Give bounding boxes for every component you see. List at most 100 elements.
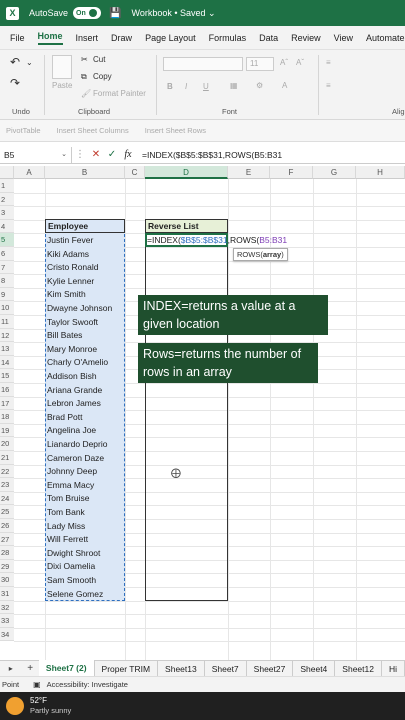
employee-cell[interactable]: Tom Bank [47, 506, 85, 520]
menu-view[interactable]: View [334, 33, 353, 43]
employee-header-cell[interactable]: Employee [45, 219, 125, 233]
accessibility-status[interactable]: Accessibility: Investigate [47, 680, 128, 689]
employee-cell[interactable]: Addison Bish [47, 370, 97, 384]
fill-color-icon[interactable]: ⚙ [256, 81, 263, 90]
row-header[interactable]: 24 [0, 491, 14, 506]
row-header[interactable]: 9 [0, 287, 14, 302]
row-header[interactable]: 13 [0, 342, 14, 356]
align-top-icon[interactable]: ≡ [326, 58, 331, 67]
employee-cell[interactable]: Mary Monroe [47, 343, 97, 357]
row-header[interactable]: 8 [0, 274, 14, 288]
employee-cell[interactable]: Tom Bruise [47, 492, 90, 506]
decrease-font-icon[interactable]: Aˇ [296, 58, 304, 67]
row-header[interactable]: 7 [0, 260, 14, 275]
align-left-icon[interactable]: ≡ [326, 81, 331, 90]
employee-cell[interactable]: Brad Pott [47, 411, 82, 425]
reverse-list-range[interactable] [145, 233, 228, 601]
row-header[interactable]: 16 [0, 383, 14, 397]
weather-sun-icon[interactable] [6, 697, 24, 715]
row-header[interactable]: 1 [0, 179, 14, 193]
employee-cell[interactable]: Johnny Deep [47, 465, 97, 479]
employee-cell[interactable]: Angelina Joe [47, 424, 96, 438]
paste-clipboard-icon[interactable] [52, 55, 72, 79]
employee-cell[interactable]: Kim Smith [47, 288, 86, 302]
cancel-icon[interactable]: ✕ [88, 149, 104, 160]
italic-button[interactable]: I [185, 82, 187, 91]
employee-cell[interactable]: Charly O'Amelio [47, 356, 108, 370]
menu-review[interactable]: Review [291, 33, 321, 43]
employee-cell[interactable]: Lebron James [47, 397, 101, 411]
employee-cell[interactable]: Will Ferrett [47, 533, 88, 547]
row-header[interactable]: 3 [0, 206, 14, 220]
row-header[interactable]: 25 [0, 505, 14, 519]
enter-icon[interactable]: ✓ [104, 149, 120, 160]
redo-icon[interactable]: ↷ [10, 76, 20, 90]
workbook-name[interactable]: Workbook • Saved ⌄ [131, 8, 215, 19]
reverse-list-header-cell[interactable]: Reverse List [145, 219, 228, 233]
column-header-c[interactable]: C [125, 166, 145, 179]
increase-font-icon[interactable]: Aˆ [280, 58, 288, 67]
row-header[interactable]: 4 [0, 219, 14, 234]
row-header[interactable]: 21 [0, 451, 14, 465]
underline-button[interactable]: U [203, 82, 209, 91]
row-header[interactable]: 31 [0, 587, 14, 601]
menu-page-layout[interactable]: Page Layout [145, 33, 196, 43]
tab-sheet13[interactable]: Sheet13 [158, 660, 205, 677]
cell-formula-text[interactable]: =INDEX($B$5:$B$31,ROWS(B5:B31 [147, 234, 287, 246]
employee-cell[interactable]: Lianardo Deprio [47, 438, 107, 452]
undo-dropdown-icon[interactable]: ⌄ [26, 58, 33, 67]
insert-sheet-rows-button[interactable]: Insert Sheet Rows [145, 126, 206, 135]
font-name-select[interactable] [163, 57, 243, 71]
weather-widget[interactable]: 52°F Partly sunny [30, 696, 71, 716]
name-box[interactable]: B5 ⌄ [0, 146, 72, 163]
save-icon[interactable]: 💾 [109, 8, 121, 19]
row-header[interactable]: 15 [0, 369, 14, 383]
row-header[interactable]: 12 [0, 328, 14, 343]
autosave-toggle[interactable]: On [73, 7, 102, 19]
row-header[interactable]: 28 [0, 546, 14, 560]
tab-proper-trim[interactable]: Proper TRIM [95, 660, 159, 677]
employee-cell[interactable]: Cameron Daze [47, 452, 104, 466]
row-header[interactable]: 18 [0, 410, 14, 424]
row-header[interactable]: 10 [0, 301, 14, 315]
employee-cell[interactable]: Taylor Swooft [47, 316, 98, 330]
employee-cell[interactable]: Ariana Grande [47, 384, 102, 398]
menu-formulas[interactable]: Formulas [209, 33, 247, 43]
row-header[interactable]: 23 [0, 478, 14, 492]
employee-cell[interactable]: Sam Smooth [47, 574, 96, 588]
row-header[interactable]: 20 [0, 437, 14, 451]
paste-button[interactable]: Paste [52, 81, 72, 90]
bold-button[interactable]: B [167, 82, 173, 91]
tab-sheet4[interactable]: Sheet4 [293, 660, 336, 677]
copy-icon[interactable]: ⧉ [81, 72, 87, 82]
function-tooltip[interactable]: ROWS(array) [233, 248, 288, 261]
row-header[interactable]: 34 [0, 627, 14, 642]
tab-sheet12[interactable]: Sheet12 [335, 660, 382, 677]
employee-cell[interactable]: Dixi Oamelia [47, 560, 95, 574]
add-sheet-icon[interactable]: + [21, 663, 39, 674]
pivot-table-button[interactable]: PivotTable [6, 126, 41, 135]
column-header-g[interactable]: G [313, 166, 356, 179]
employee-cell[interactable]: Selene Gomez [47, 588, 103, 602]
employee-cell[interactable]: Dwayne Johnson [47, 302, 112, 316]
undo-icon[interactable]: ↶ [10, 55, 20, 69]
spreadsheet-grid[interactable]: A B C D E F G H 1 2 3 4 5 6 7 8 9 10 11 12 13 14 15 16 1… [0, 166, 405, 660]
column-header-d[interactable]: D [145, 166, 228, 179]
column-header-f[interactable]: F [270, 166, 313, 179]
column-header-a[interactable]: A [14, 166, 45, 179]
employee-cell[interactable]: Kylie Lenner [47, 275, 94, 289]
insert-function-icon[interactable]: fx [120, 149, 136, 160]
menu-file[interactable]: File [10, 33, 25, 43]
menu-data[interactable]: Data [259, 33, 278, 43]
select-all-corner[interactable] [0, 166, 14, 179]
tab-sheet7[interactable]: Sheet7 [205, 660, 247, 677]
menu-home[interactable]: Home [37, 31, 63, 45]
format-painter-icon[interactable]: 🖌 [81, 89, 91, 98]
borders-icon[interactable]: ▦ [230, 81, 238, 90]
employee-cell[interactable]: Lady Miss [47, 520, 85, 534]
chevron-down-icon[interactable]: ⌄ [61, 147, 67, 163]
row-header[interactable]: 11 [0, 315, 14, 329]
font-color-icon[interactable]: A [282, 81, 287, 90]
row-header[interactable]: 14 [0, 355, 14, 370]
row-header[interactable]: 19 [0, 423, 14, 438]
